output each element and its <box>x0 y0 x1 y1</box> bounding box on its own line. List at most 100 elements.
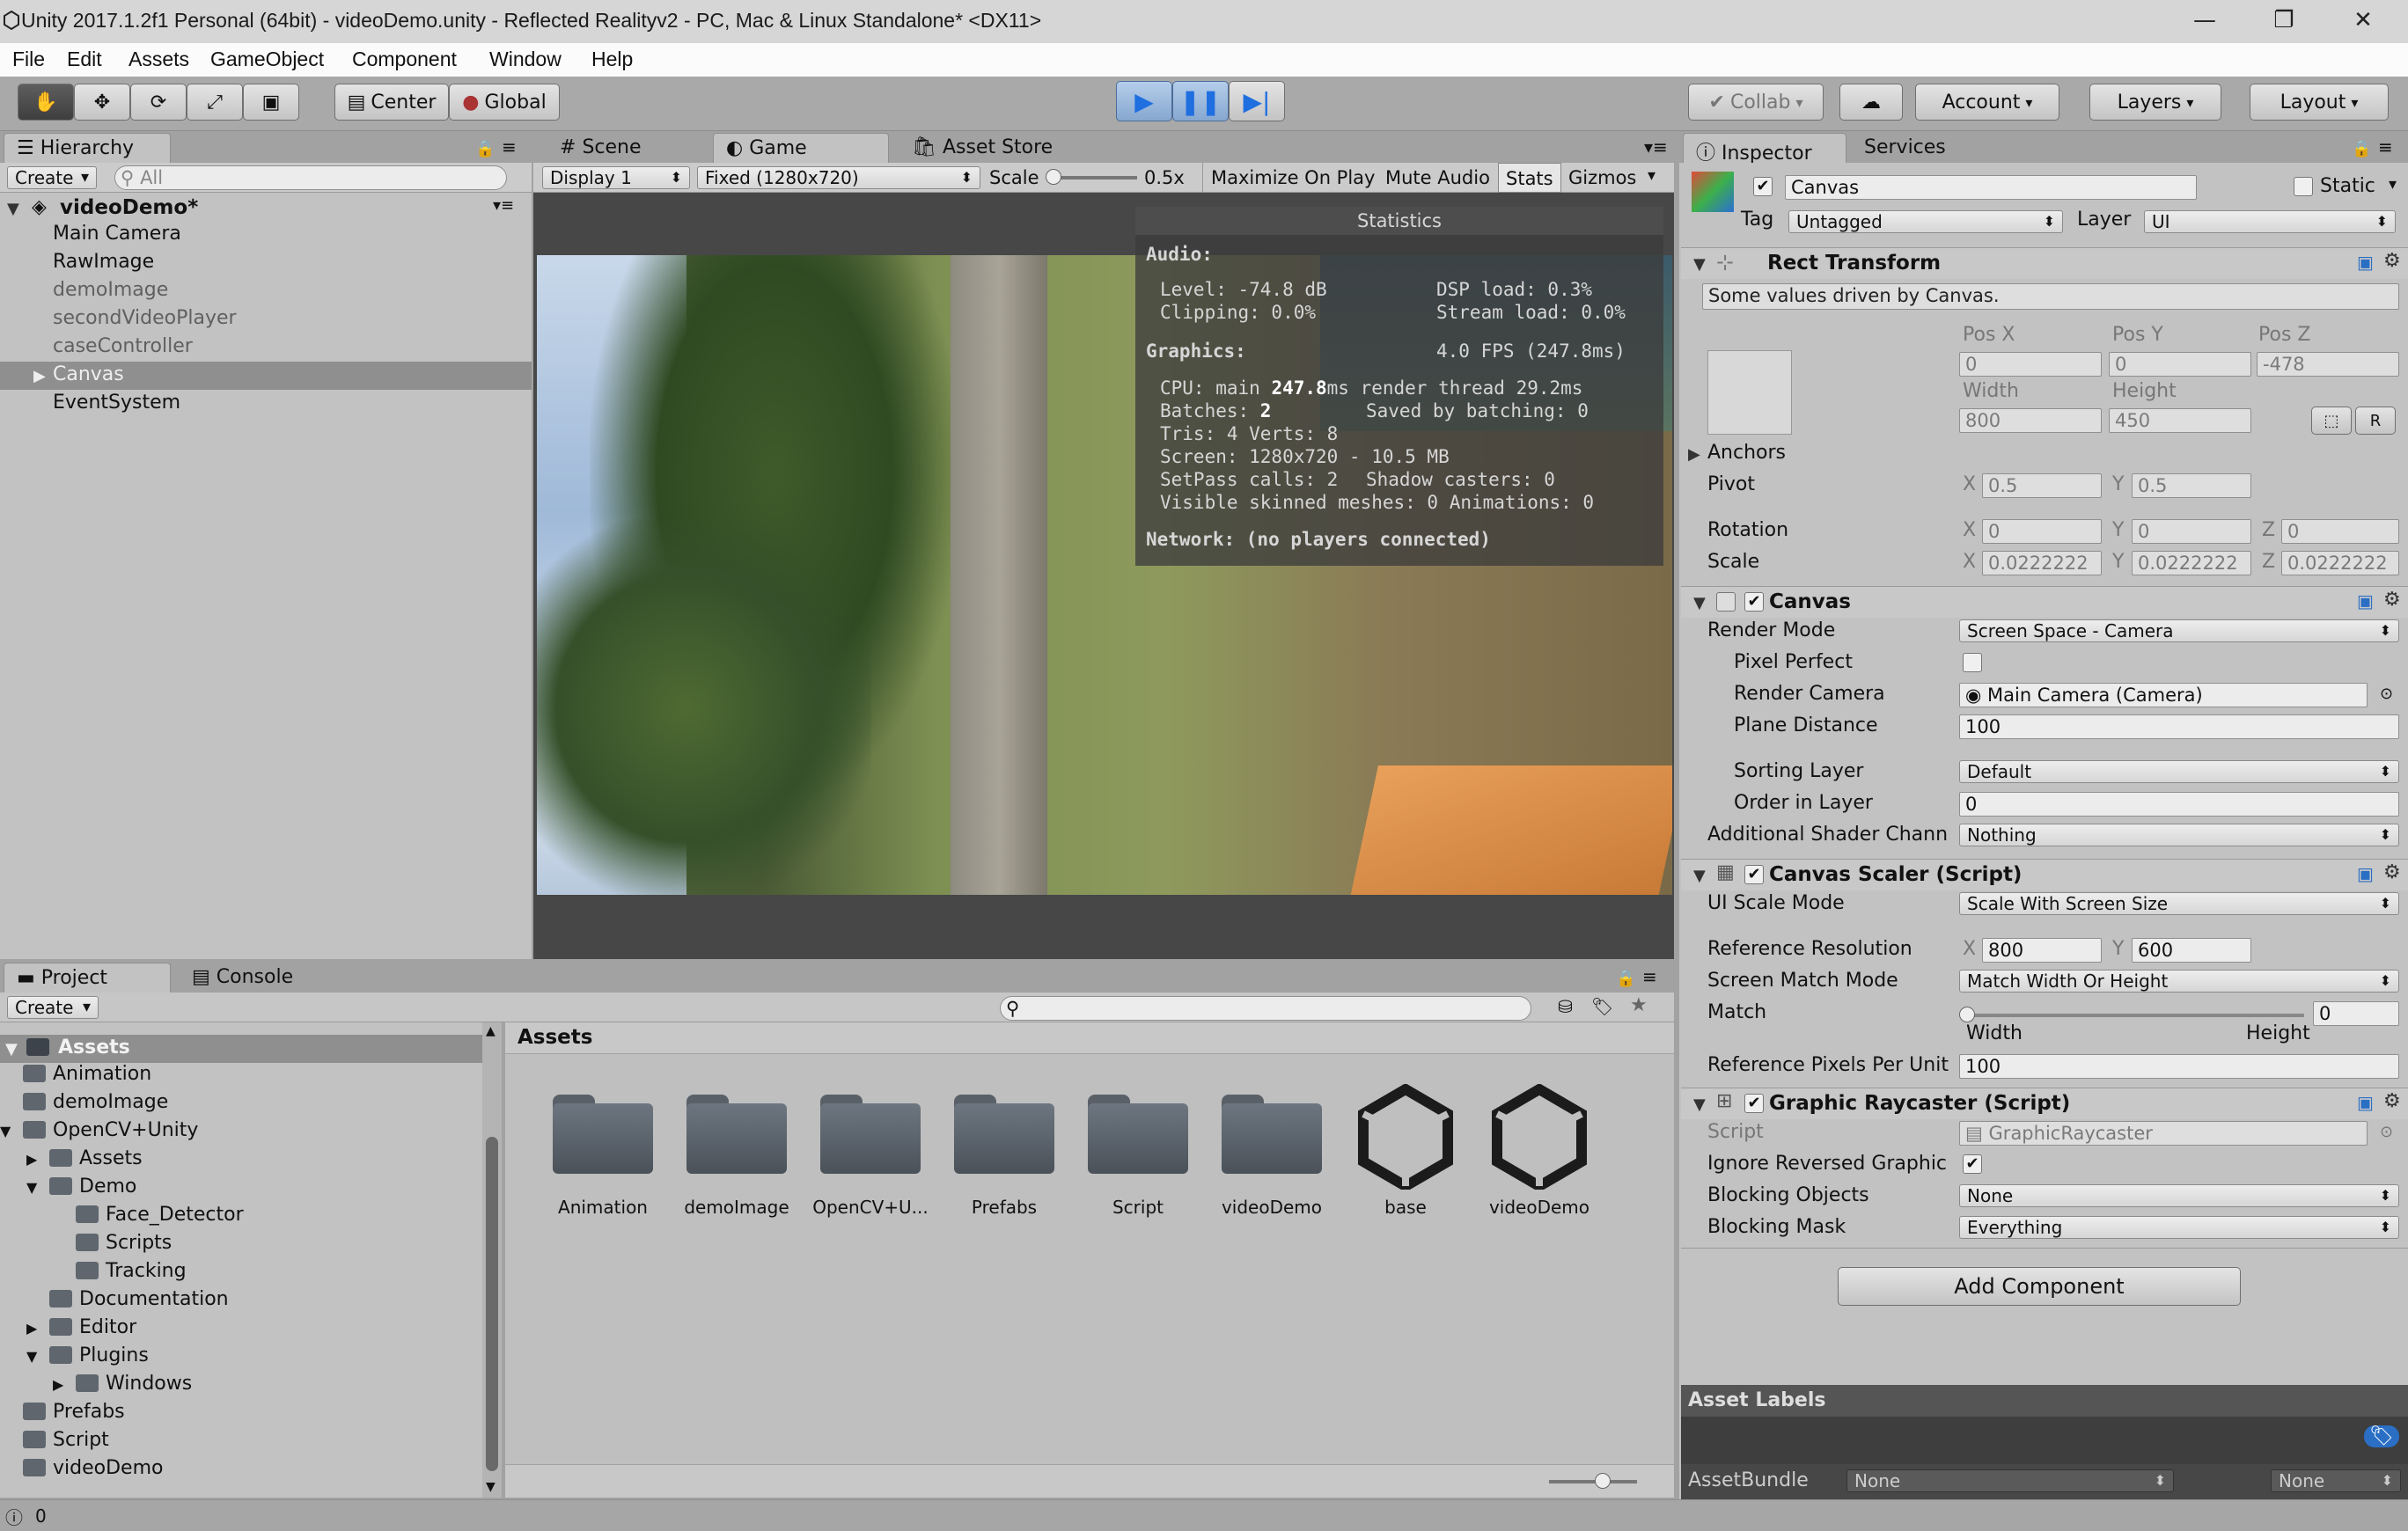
expand-arrow-icon[interactable]: ▶ <box>33 367 46 385</box>
tree-item[interactable]: ▼ Demo <box>26 1176 136 1198</box>
tab-game[interactable]: ◐ Game <box>713 133 889 163</box>
icon-size-slider-track[interactable] <box>1549 1480 1637 1483</box>
assetbundle-name-dropdown[interactable]: None <box>1846 1469 2174 1492</box>
assetbundle-variant-dropdown[interactable]: None <box>2271 1469 2401 1492</box>
help-icon[interactable]: ▣ <box>2357 863 2374 884</box>
expand-arrow-icon[interactable]: ▼ <box>5 1040 18 1059</box>
tab-services[interactable]: Services <box>1852 133 1993 163</box>
pivot-x-field[interactable]: 0.5 <box>1982 473 2102 498</box>
layers-dropdown[interactable]: Layers ▾ <box>2089 84 2221 121</box>
raw-edit-button[interactable]: R <box>2355 407 2396 435</box>
ui-scale-mode-dropdown[interactable]: Scale With Screen Size <box>1959 892 2399 915</box>
expand-arrow-icon[interactable]: ▼ <box>1693 255 1706 274</box>
tree-item[interactable]: Prefabs <box>0 1401 125 1423</box>
lock-icon[interactable]: 🔒 <box>475 140 495 158</box>
scrollbar-thumb[interactable] <box>486 1137 498 1471</box>
minimize-button[interactable]: — <box>2165 0 2244 43</box>
shader-channels-dropdown[interactable]: Nothing <box>1959 824 2399 846</box>
help-icon[interactable]: ▣ <box>2357 590 2374 612</box>
scale-x-field[interactable]: 0.0222222 <box>1982 551 2102 575</box>
menu-file[interactable]: File <box>12 48 45 71</box>
graphic-raycaster-header[interactable]: ▼ ⊞ ✔ Graphic Raycaster (Script) ▣ ⚙ <box>1681 1088 2408 1119</box>
pause-button[interactable]: ❚❚ <box>1172 81 1229 121</box>
hierarchy-item-canvas-selected[interactable]: ▶ Canvas <box>0 362 532 390</box>
render-mode-dropdown[interactable]: Screen Space - Camera <box>1959 619 2399 642</box>
hierarchy-create-dropdown[interactable]: Create <box>7 166 97 189</box>
step-button[interactable]: ▶| <box>1229 81 1285 121</box>
expand-arrow-icon[interactable]: ▶ <box>53 1376 76 1393</box>
hierarchy-item-main-camera[interactable]: Main Camera <box>53 223 181 245</box>
filter-label-icon[interactable]: 🏷 <box>1591 996 1613 1017</box>
menu-icon[interactable]: ≡ <box>1642 966 1657 987</box>
collab-button[interactable]: ✔ Collab ▾ <box>1688 84 1824 121</box>
rect-tool-button[interactable]: ▣ <box>243 84 299 121</box>
gear-icon[interactable]: ⚙ <box>2383 861 2401 883</box>
rotate-tool-button[interactable]: ⟳ <box>130 84 187 121</box>
filter-type-icon[interactable]: ⛁ <box>1558 996 1573 1017</box>
tree-item[interactable]: ▶ Editor <box>26 1316 136 1338</box>
expand-arrow-icon[interactable]: ▼ <box>26 1179 49 1196</box>
expand-arrow-icon[interactable]: ▼ <box>1693 1095 1706 1114</box>
scale-tool-button[interactable]: ⤢ <box>187 84 243 121</box>
blueprint-mode-button[interactable]: ⬚ <box>2311 407 2352 435</box>
maximize-button[interactable]: ❐ <box>2244 0 2324 43</box>
asset-item[interactable]: demoImage <box>671 1084 803 1225</box>
screen-match-mode-dropdown[interactable]: Match Width Or Height <box>1959 970 2399 993</box>
active-checkbox[interactable]: ✔ <box>1753 177 1773 196</box>
posy-field[interactable]: 0 <box>2109 352 2251 377</box>
tree-item[interactable]: Documentation <box>26 1288 229 1310</box>
width-field[interactable]: 800 <box>1959 408 2102 433</box>
expand-arrow-icon[interactable]: ▶ <box>26 1151 49 1168</box>
scale-slider-thumb[interactable] <box>1046 169 1061 185</box>
expand-arrow-icon[interactable]: ▼ <box>0 1123 23 1139</box>
render-camera-field[interactable]: ◉ Main Camera (Camera) <box>1959 683 2368 707</box>
chevron-down-icon[interactable]: ▾ <box>1648 166 1656 185</box>
expand-arrow-icon[interactable]: ▼ <box>1693 867 1706 885</box>
icon-size-slider-thumb[interactable] <box>1595 1473 1611 1489</box>
expand-arrow-icon[interactable]: ▶ <box>1688 445 1700 464</box>
scaler-enabled-checkbox[interactable]: ✔ <box>1744 865 1764 884</box>
help-icon[interactable]: ▣ <box>2357 1092 2374 1113</box>
help-icon[interactable]: ▣ <box>2357 252 2374 273</box>
scroll-down-icon[interactable]: ▼ <box>486 1480 496 1494</box>
tab-project[interactable]: ▬ Project <box>4 963 171 993</box>
scale-y-field[interactable]: 0.0222222 <box>2132 551 2251 575</box>
posz-field[interactable]: -478 <box>2257 352 2399 377</box>
scene-menu-icon[interactable]: ▾≡ <box>493 196 514 215</box>
pivot-center-button[interactable]: ▤ Center <box>334 84 449 121</box>
lock-icon[interactable]: 🔒 <box>2352 140 2371 158</box>
ppu-field[interactable]: 100 <box>1959 1054 2399 1079</box>
pivot-y-field[interactable]: 0.5 <box>2132 473 2251 498</box>
move-tool-button[interactable]: ✥ <box>74 84 130 121</box>
asset-item[interactable]: base <box>1340 1084 1472 1225</box>
menu-icon[interactable]: ≡ <box>502 136 517 157</box>
menu-window[interactable]: Window <box>489 48 562 71</box>
tag-dropdown[interactable]: Untagged <box>1788 210 2063 233</box>
scene-row[interactable]: ▼ ◈ videoDemo* ▾≡ <box>0 193 532 224</box>
chevron-down-icon[interactable]: ▾ <box>2389 175 2397 194</box>
scroll-up-icon[interactable]: ▲ <box>486 1024 496 1038</box>
canvas-scaler-header[interactable]: ▼ ▦ ✔ Canvas Scaler (Script) ▣ ⚙ <box>1681 859 2408 890</box>
match-slider-thumb[interactable] <box>1959 1007 1975 1022</box>
blocking-mask-dropdown[interactable]: Everything <box>1959 1216 2399 1239</box>
tree-scrollbar[interactable]: ▲ ▼ <box>482 1022 502 1498</box>
tab-asset-store[interactable]: 🛍 Asset Store <box>899 133 1111 163</box>
static-checkbox[interactable] <box>2294 177 2313 196</box>
menu-icon[interactable]: ▾≡ <box>1644 136 1668 157</box>
tree-item[interactable]: videoDemo <box>0 1457 163 1479</box>
layer-dropdown[interactable]: UI <box>2144 210 2396 233</box>
tree-item[interactable]: Tracking <box>53 1260 187 1282</box>
rotation-y-field[interactable]: 0 <box>2132 519 2251 544</box>
hierarchy-search-input[interactable]: ⚲ All <box>114 165 507 190</box>
hierarchy-item-secondvideoplayer[interactable]: secondVideoPlayer <box>53 307 237 329</box>
tab-console[interactable]: ▤ Console <box>180 963 338 993</box>
hierarchy-item-rawimage[interactable]: RawImage <box>53 251 154 273</box>
order-in-layer-field[interactable]: 0 <box>1959 792 2399 817</box>
expand-arrow-icon[interactable]: ▼ <box>26 1348 49 1365</box>
match-field[interactable]: 0 <box>2313 1001 2399 1026</box>
project-search-input[interactable]: ⚲ <box>1000 996 1531 1021</box>
height-field[interactable]: 450 <box>2109 408 2251 433</box>
gameobject-name-field[interactable]: Canvas <box>1785 175 2197 200</box>
play-button[interactable]: ▶ <box>1116 81 1172 121</box>
hierarchy-item-casecontroller[interactable]: caseController <box>53 335 193 357</box>
